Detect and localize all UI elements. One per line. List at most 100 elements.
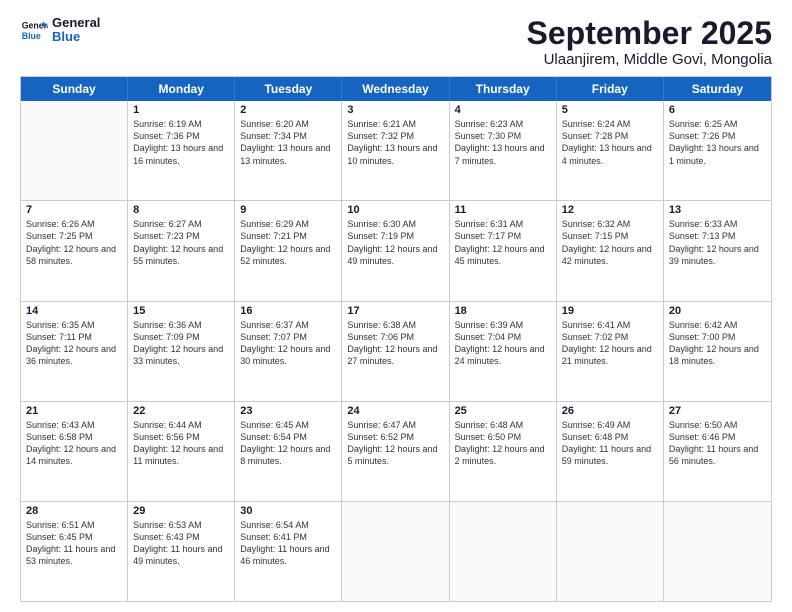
cell-info-line: Sunset: 7:19 PM (347, 230, 443, 242)
cell-info-line: Sunrise: 6:39 AM (455, 319, 551, 331)
calendar-cell: 4 Sunrise: 6:23 AMSunset: 7:30 PMDaylight… (450, 101, 557, 200)
cell-info-line: Daylight: 13 hours and 10 minutes. (347, 142, 443, 166)
day-number: 15 (133, 305, 229, 317)
cell-info-line: Sunrise: 6:23 AM (455, 118, 551, 130)
header: General Blue General Blue September 2025… (20, 16, 772, 68)
cell-info-line: Sunrise: 6:53 AM (133, 519, 229, 531)
day-number: 30 (240, 505, 336, 517)
cell-info-line: Sunrise: 6:21 AM (347, 118, 443, 130)
cell-info-line: Sunrise: 6:41 AM (562, 319, 658, 331)
calendar-header: SundayMondayTuesdayWednesdayThursdayFrid… (21, 77, 771, 101)
cell-info-line: Daylight: 12 hours and 27 minutes. (347, 343, 443, 367)
day-number: 7 (26, 204, 122, 216)
calendar-cell: 23Sunrise: 6:45 AMSunset: 6:54 PMDayligh… (235, 402, 342, 501)
cell-info-line: Sunrise: 6:47 AM (347, 419, 443, 431)
day-number: 8 (133, 204, 229, 216)
calendar-cell: 18Sunrise: 6:39 AMSunset: 7:04 PMDayligh… (450, 302, 557, 401)
calendar-header-day: Friday (557, 77, 664, 101)
calendar-cell (450, 502, 557, 601)
cell-info-line: Daylight: 12 hours and 36 minutes. (26, 343, 122, 367)
calendar-cell: 12Sunrise: 6:32 AMSunset: 7:15 PMDayligh… (557, 201, 664, 300)
calendar-cell: 6Sunrise: 6:25 AMSunset: 7:26 PMDaylight… (664, 101, 771, 200)
cell-info-line: Sunset: 6:43 PM (133, 531, 229, 543)
calendar-cell (557, 502, 664, 601)
logo-line2: Blue (52, 30, 100, 44)
day-number: 6 (669, 104, 766, 116)
day-number: 26 (562, 405, 658, 417)
calendar-cell: 20Sunrise: 6:42 AMSunset: 7:00 PMDayligh… (664, 302, 771, 401)
cell-info-line: Sunset: 7:13 PM (669, 230, 766, 242)
cell-info-line: Sunrise: 6:29 AM (240, 218, 336, 230)
cell-info-line: Sunset: 7:23 PM (133, 230, 229, 242)
cell-info-line: Daylight: 12 hours and 55 minutes. (133, 243, 229, 267)
cell-info-line: Sunrise: 6:45 AM (240, 419, 336, 431)
cell-info-line: Sunrise: 6:37 AM (240, 319, 336, 331)
day-number: 19 (562, 305, 658, 317)
cell-info-line: Sunrise: 6:27 AM (133, 218, 229, 230)
day-number: 23 (240, 405, 336, 417)
calendar-week-row: 21Sunrise: 6:43 AMSunset: 6:58 PMDayligh… (21, 401, 771, 501)
calendar-header-day: Tuesday (235, 77, 342, 101)
calendar-cell: 28Sunrise: 6:51 AMSunset: 6:45 PMDayligh… (21, 502, 128, 601)
calendar-cell: 8 Sunrise: 6:27 AMSunset: 7:23 PMDaylight… (128, 201, 235, 300)
cell-info-line: Sunrise: 6:51 AM (26, 519, 122, 531)
calendar-cell: 22Sunrise: 6:44 AMSunset: 6:56 PMDayligh… (128, 402, 235, 501)
cell-info-line: Sunset: 7:28 PM (562, 130, 658, 142)
calendar-header-day: Saturday (664, 77, 771, 101)
day-number: 24 (347, 405, 443, 417)
calendar-cell: 7Sunrise: 6:26 AMSunset: 7:25 PMDaylight… (21, 201, 128, 300)
cell-info-line: Daylight: 12 hours and 52 minutes. (240, 243, 336, 267)
logo-line1: General (52, 16, 100, 30)
cell-info-line: Sunrise: 6:43 AM (26, 419, 122, 431)
cell-info-line: Daylight: 12 hours and 45 minutes. (455, 243, 551, 267)
calendar-cell: 29Sunrise: 6:53 AMSunset: 6:43 PMDayligh… (128, 502, 235, 601)
cell-info-line: Sunset: 6:56 PM (133, 431, 229, 443)
cell-info-line: Daylight: 12 hours and 42 minutes. (562, 243, 658, 267)
cell-info-line: Sunset: 7:09 PM (133, 331, 229, 343)
cell-info-line: Daylight: 12 hours and 18 minutes. (669, 343, 766, 367)
cell-info-line: Sunrise: 6:19 AM (133, 118, 229, 130)
cell-info-line: Sunrise: 6:25 AM (669, 118, 766, 130)
calendar-header-day: Monday (128, 77, 235, 101)
cell-info-line: Sunset: 7:34 PM (240, 130, 336, 142)
calendar-cell (21, 101, 128, 200)
day-number: 1 (133, 104, 229, 116)
cell-info-line: Sunset: 6:48 PM (562, 431, 658, 443)
day-number: 18 (455, 305, 551, 317)
day-number: 10 (347, 204, 443, 216)
calendar-cell: 10Sunrise: 6:30 AMSunset: 7:19 PMDayligh… (342, 201, 449, 300)
cell-info-line: Daylight: 12 hours and 58 minutes. (26, 243, 122, 267)
cell-info-line: Sunrise: 6:48 AM (455, 419, 551, 431)
day-number: 25 (455, 405, 551, 417)
cell-info-line: Sunset: 7:30 PM (455, 130, 551, 142)
day-number: 16 (240, 305, 336, 317)
cell-info-line: Sunset: 6:50 PM (455, 431, 551, 443)
cell-info-line: Sunrise: 6:24 AM (562, 118, 658, 130)
cell-info-line: Sunrise: 6:31 AM (455, 218, 551, 230)
cell-info-line: Sunset: 7:15 PM (562, 230, 658, 242)
cell-info-line: Daylight: 12 hours and 49 minutes. (347, 243, 443, 267)
calendar-week-row: 1Sunrise: 6:19 AMSunset: 7:36 PMDaylight… (21, 101, 771, 200)
cell-info-line: Sunset: 7:07 PM (240, 331, 336, 343)
cell-info-line: Sunset: 7:32 PM (347, 130, 443, 142)
cell-info-line: Sunrise: 6:36 AM (133, 319, 229, 331)
cell-info-line: Daylight: 12 hours and 39 minutes. (669, 243, 766, 267)
calendar-cell: 14Sunrise: 6:35 AMSunset: 7:11 PMDayligh… (21, 302, 128, 401)
day-number: 4 (455, 104, 551, 116)
calendar-cell: 25Sunrise: 6:48 AMSunset: 6:50 PMDayligh… (450, 402, 557, 501)
calendar-cell: 15Sunrise: 6:36 AMSunset: 7:09 PMDayligh… (128, 302, 235, 401)
calendar-cell: 19Sunrise: 6:41 AMSunset: 7:02 PMDayligh… (557, 302, 664, 401)
cell-info-line: Sunrise: 6:35 AM (26, 319, 122, 331)
cell-info-line: Sunrise: 6:49 AM (562, 419, 658, 431)
cell-info-line: Sunset: 7:26 PM (669, 130, 766, 142)
cell-info-line: Sunset: 6:45 PM (26, 531, 122, 543)
cell-info-line: Sunrise: 6:42 AM (669, 319, 766, 331)
calendar-cell: 11Sunrise: 6:31 AMSunset: 7:17 PMDayligh… (450, 201, 557, 300)
cell-info-line: Daylight: 13 hours and 7 minutes. (455, 142, 551, 166)
day-number: 9 (240, 204, 336, 216)
day-number: 5 (562, 104, 658, 116)
month-title: September 2025 (527, 16, 772, 51)
day-number: 2 (240, 104, 336, 116)
cell-info-line: Sunset: 7:02 PM (562, 331, 658, 343)
calendar-cell: 2Sunrise: 6:20 AMSunset: 7:34 PMDaylight… (235, 101, 342, 200)
